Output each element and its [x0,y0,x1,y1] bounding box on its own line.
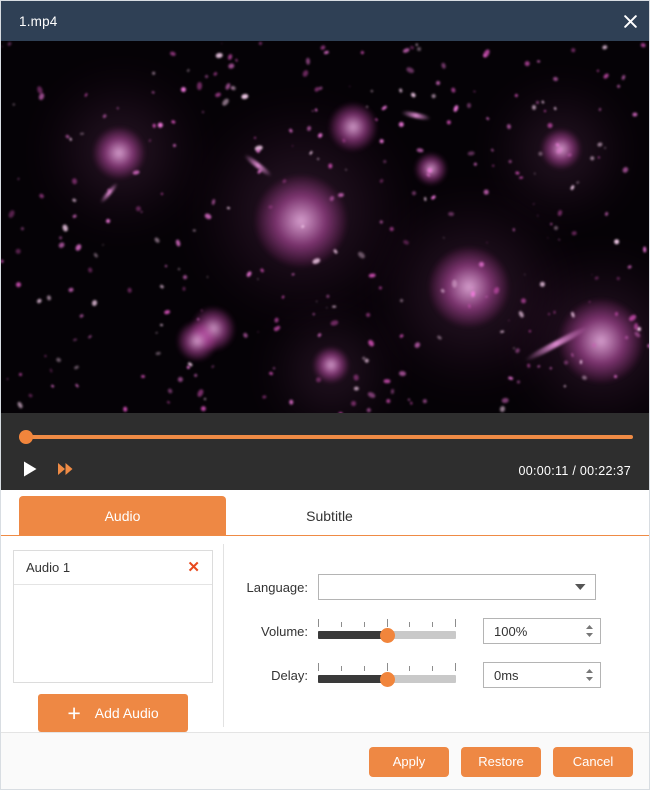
volume-row: Volume: 100% [223,618,601,644]
time-display: 00:00:11 / 00:22:37 [518,464,631,478]
volume-label: Volume: [261,623,308,639]
dialog-footer: Apply Restore Cancel [1,732,649,789]
window-title: 1.mp4 [19,13,58,29]
tab-subtitle[interactable]: Subtitle [226,496,433,535]
cancel-button[interactable]: Cancel [553,746,633,777]
delay-row: Delay: 0ms [223,662,601,688]
playback-control-row: 00:00:11 / 00:22:37 [1,455,649,487]
player-controls-bar: 00:00:11 / 00:22:37 [1,413,649,490]
volume-value: 100% [494,623,528,639]
delay-slider[interactable] [318,662,456,688]
seek-handle[interactable] [19,430,33,444]
tab-audio-label: Audio [104,507,141,524]
add-audio-button[interactable]: + Add Audio [38,694,188,732]
delay-slider-ticks [318,662,456,671]
language-row: Language: [223,574,596,600]
chevron-down-icon [574,578,587,596]
audio-track-list[interactable]: Audio 1 ✕ [13,550,213,683]
close-icon [623,14,638,29]
volume-slider[interactable] [318,618,456,644]
volume-slider-fill [318,631,387,639]
restore-button[interactable]: Restore [461,746,541,777]
spinner-arrows-icon[interactable] [583,665,596,685]
video-preview[interactable] [1,41,649,413]
tab-audio[interactable]: Audio [19,496,226,535]
title-bar: 1.mp4 [1,1,649,41]
delay-slider-handle[interactable] [379,672,395,687]
seek-bar[interactable] [19,430,633,444]
plus-icon: + [67,699,81,726]
audio-settings-form: Language: Volume: 100% Delay: 0ms [223,536,649,732]
video-audio-settings-window: 1.mp4 00:00:11 / 00:22:37 Audio Subtitle… [0,0,650,790]
volume-slider-ticks [318,618,456,627]
delay-stepper[interactable]: 0ms [483,662,601,688]
audio-track-label: Audio 1 [26,560,71,575]
remove-audio-track-button[interactable]: ✕ [185,558,202,577]
apply-button[interactable]: Apply [369,746,449,777]
volume-stepper[interactable]: 100% [483,618,601,644]
tab-subtitle-label: Subtitle [306,507,353,524]
language-label: Language: [246,579,308,595]
play-icon [21,460,39,483]
delay-value: 0ms [494,667,519,683]
delay-label: Delay: [271,667,308,683]
list-item[interactable]: Audio 1 ✕ [14,551,212,585]
settings-panel: Audio 1 ✕ + Add Audio Language: Volume: … [1,536,649,732]
close-window-button[interactable] [609,1,649,41]
tab-bar: Audio Subtitle [1,490,649,536]
delay-slider-fill [318,675,387,683]
spinner-arrows-icon[interactable] [583,621,596,641]
play-button[interactable] [19,460,41,482]
fast-forward-icon [57,461,75,482]
fast-forward-button[interactable] [55,460,77,482]
volume-slider-handle[interactable] [379,628,395,643]
add-audio-label: Add Audio [94,705,159,721]
language-select[interactable] [318,574,596,600]
seek-track[interactable] [19,435,633,439]
